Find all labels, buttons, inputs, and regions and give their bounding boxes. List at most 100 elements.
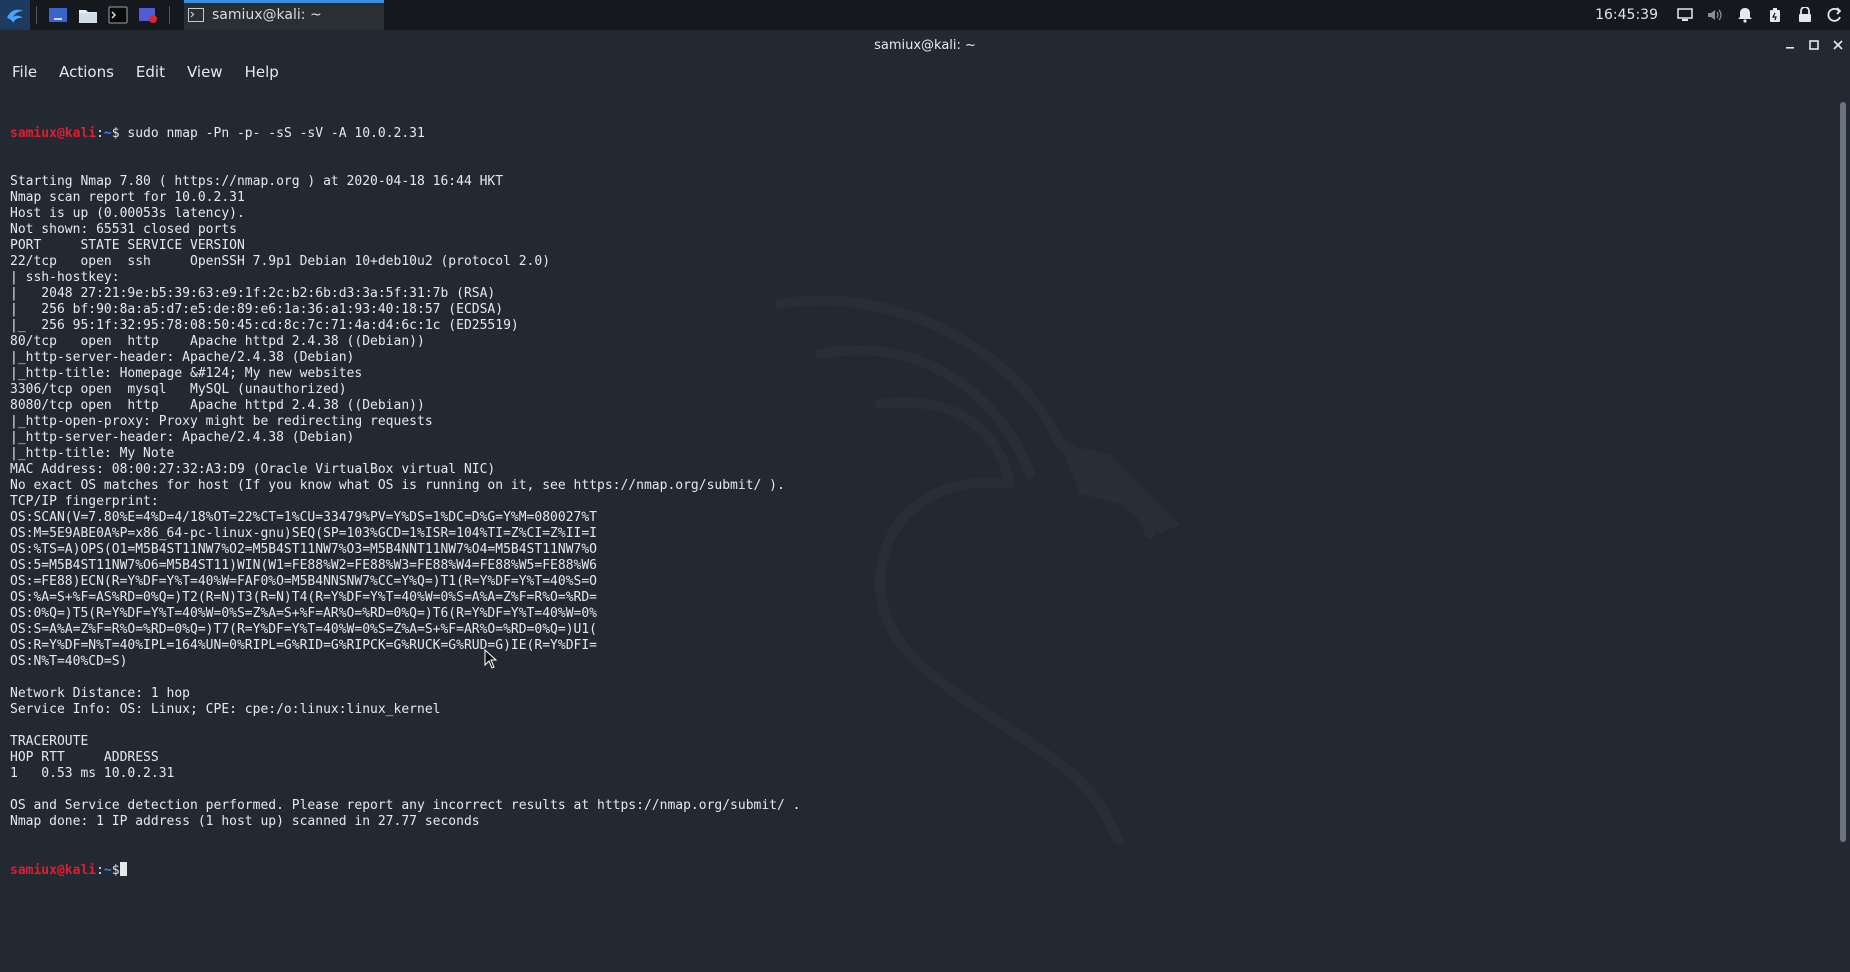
window-titlebar[interactable]: samiux@kali: ~ [0,30,1850,60]
kali-menu-icon [7,9,23,23]
output-line: |_http-server-header: Apache/2.4.38 (Deb… [10,430,355,445]
prompt-path: ~ [103,863,112,878]
output-line: Host is up (0.00053s latency). [10,206,245,221]
output-line: |_http-title: My Note [10,446,175,461]
output-lines: Starting Nmap 7.80 ( https://nmap.org ) … [10,174,801,830]
output-line: 80/tcp open http Apache httpd 2.4.38 ((D… [10,334,425,349]
output-line: 8080/tcp open http Apache httpd 2.4.38 (… [10,398,425,413]
prompt-separator: : [96,863,104,878]
prompt-user: samiux@kali [10,126,97,141]
text-editor-icon [139,8,157,23]
lock-icon [1799,7,1811,22]
system-tray: 16:45:39 [1595,0,1850,30]
output-line: PORT STATE SERVICE VERSION [10,238,245,253]
window-controls [1778,30,1850,60]
output-line: No exact OS matches for host (If you kno… [10,478,785,493]
terminal-button[interactable] [105,4,131,26]
output-line: |_http-server-header: Apache/2.4.38 (Deb… [10,350,355,365]
output-line: HOP RTT ADDRESS [10,750,159,765]
lock-screen-button[interactable] [1794,4,1816,26]
clock[interactable]: 16:45:39 [1595,7,1658,23]
terminal-output: samiux@kali:~$ sudo nmap -Pn -p- -sS -sV… [10,94,801,910]
output-line: | 2048 27:21:9e:b5:39:63:e9:1f:2c:b2:6b:… [10,286,496,301]
display-button[interactable] [1674,4,1696,26]
prompt-symbol: $ [111,863,120,878]
power-manager-button[interactable] [1764,4,1786,26]
output-line: | 256 bf:90:8a:a5:d7:e5:de:89:e6:1a:36:a… [10,302,504,317]
volume-icon [1708,9,1722,21]
close-icon [1833,40,1843,50]
menu-view[interactable]: View [175,63,233,81]
terminal-view[interactable]: samiux@kali:~$ sudo nmap -Pn -p- -sS -sV… [0,84,1836,972]
output-line: |_http-open-proxy: Proxy might be redire… [10,414,433,429]
minimize-icon [1786,47,1794,49]
output-line: OS:R=Y%DF=N%T=40%IPL=164%UN=0%RIPL=G%RID… [10,638,597,653]
output-line: OS:=FE88)ECN(R=Y%DF=Y%T=40%W=FAF0%O=M5B4… [10,574,597,589]
output-line: TRACEROUTE [10,734,89,749]
output-line: OS:S=A%A=Z%F=R%O=%RD=0%Q=)T7(R=Y%DF=Y%T=… [10,622,597,637]
prompt-user: samiux@kali [10,863,97,878]
output-line: OS:M=5E9ABE0A%P=x86_64-pc-linux-gnu)SEQ(… [10,526,597,541]
output-line: |_ 256 95:1f:32:95:78:08:50:45:cd:8c:7c:… [10,318,519,333]
window-title: samiux@kali: ~ [874,37,976,53]
text-editor-button[interactable] [135,4,161,26]
volume-button[interactable] [1704,4,1726,26]
output-line: OS:%TS=A)OPS(O1=M5B4ST11NW7%O2=M5B4ST11N… [10,542,597,557]
output-line: Not shown: 65531 closed ports [10,222,237,237]
output-line: OS and Service detection performed. Plea… [10,798,801,813]
output-line: TCP/IP fingerprint: [10,494,159,509]
prompt-separator: : [96,126,104,141]
workspace-switcher-button[interactable] [45,4,71,26]
display-icon [1677,8,1693,21]
output-line: MAC Address: 08:00:27:32:A3:D9 (Oracle V… [10,462,496,477]
maximize-button[interactable] [1803,34,1825,56]
logout-icon [1827,7,1842,22]
workspace-switcher-icon [49,8,67,22]
output-line: OS:SCAN(V=7.80%E=4%D=4/18%OT=22%CT=1%CU=… [10,510,597,525]
terminal-icon [188,8,204,22]
menu-help[interactable]: Help [233,63,289,81]
terminal-icon [108,6,128,24]
maximize-icon [1809,40,1819,50]
output-line: | ssh-hostkey: [10,270,128,285]
output-line: OS:0%Q=)T5(R=Y%DF=Y%T=40%W=0%S=Z%A=S+%F=… [10,606,597,621]
final-prompt-line[interactable]: samiux@kali:~$ [10,862,801,878]
logout-button[interactable] [1824,4,1846,26]
output-line: 22/tcp open ssh OpenSSH 7.9p1 Debian 10+… [10,254,551,269]
output-line: |_http-title: Homepage &#124; My new web… [10,366,363,381]
scrollbar-thumb[interactable] [1840,102,1846,842]
panel-separator [36,6,37,24]
output-line: Starting Nmap 7.80 ( https://nmap.org ) … [10,174,504,189]
minimize-button[interactable] [1779,34,1801,56]
output-line: 3306/tcp open mysql MySQL (unauthorized) [10,382,347,397]
output-line: Nmap scan report for 10.0.2.31 [10,190,245,205]
kali-dragon-watermark [775,295,1180,844]
notifications-button[interactable] [1734,4,1756,26]
command-text: sudo nmap -Pn -p- -sS -sV -A 10.0.2.31 [119,126,425,141]
output-line: OS:5=M5B4ST11NW7%O6=M5B4ST11)WIN(W1=FE88… [10,558,597,573]
close-button[interactable] [1827,34,1849,56]
kali-menu-button[interactable] [0,0,30,30]
output-line: Network Distance: 1 hop [10,686,191,701]
menu-bar: File Actions Edit View Help [0,60,1850,84]
power-manager-icon [1770,8,1780,22]
terminal-scrollbar[interactable] [1836,84,1850,972]
command-line: samiux@kali:~$ sudo nmap -Pn -p- -sS -sV… [10,126,801,142]
panel-separator [169,6,170,24]
mouse-pointer-icon [484,649,498,669]
menu-edit[interactable]: Edit [124,63,175,81]
output-line: OS:%A=S+%F=AS%RD=0%Q=)T2(R=N)T3(R=N)T4(R… [10,590,597,605]
menu-file[interactable]: File [0,63,47,81]
file-manager-button[interactable] [75,4,101,26]
output-line: Service Info: OS: Linux; CPE: cpe:/o:lin… [10,702,441,717]
file-manager-icon [79,10,97,23]
menu-actions[interactable]: Actions [47,63,124,81]
top-panel: samiux@kali: ~ 16:45:39 [0,0,1850,30]
taskbar-item-label: samiux@kali: ~ [212,7,322,23]
output-line: OS:N%T=40%CD=S) [10,654,128,669]
output-line: 1 0.53 ms 10.0.2.31 [10,766,175,781]
taskbar-item-terminal[interactable]: samiux@kali: ~ [184,0,384,30]
